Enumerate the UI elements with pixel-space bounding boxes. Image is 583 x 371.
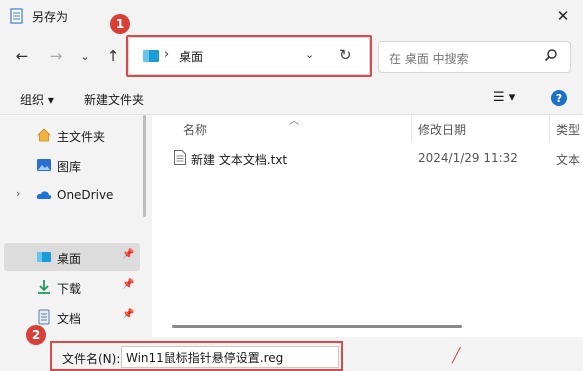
chevron-down-icon: ⌄	[80, 49, 90, 63]
chevron-right-icon[interactable]: ›	[16, 187, 20, 200]
organize-button[interactable]: 组织 ▾	[20, 91, 54, 108]
close-button[interactable]: ✕	[548, 4, 578, 28]
file-name: 新建 文本文档.txt	[191, 153, 288, 167]
red-mark-icon: ╱	[452, 348, 461, 364]
help-icon[interactable]: ?	[551, 90, 567, 106]
filename-label: 文件名(N):	[62, 352, 121, 366]
sidebar-item-label: 桌面	[57, 252, 82, 266]
search-placeholder: 在 桌面 中搜索	[389, 52, 469, 66]
desktop-icon	[37, 252, 51, 262]
address-bar[interactable]: › 桌面 ⌄ ↻	[128, 37, 370, 75]
file-date: 2024/1/29 11:32	[418, 151, 518, 165]
sidebar-item-home[interactable]: 主文件夹	[4, 121, 140, 149]
arrow-right-icon: →	[49, 47, 63, 65]
column-header-type[interactable]: 类型	[556, 121, 580, 138]
sidebar-item-label: 主文件夹	[57, 130, 106, 144]
pin-icon: 📌	[122, 249, 135, 260]
step-badge-2: 2	[26, 325, 46, 345]
navigation-pane: 主文件夹 图库 › OneDrive 桌面 📌 下载 📌 文档 📌	[0, 115, 145, 345]
pin-icon: 📌	[122, 309, 135, 320]
document-icon	[38, 309, 50, 325]
gallery-icon	[37, 159, 51, 171]
command-bar: 组织 ▾ 新建文件夹 ☰ ▾ ?	[0, 84, 583, 115]
column-divider[interactable]	[549, 115, 550, 141]
forward-button[interactable]: →	[46, 46, 66, 66]
sidebar-item-desktop[interactable]: 桌面 📌	[4, 243, 140, 271]
cloud-icon	[36, 191, 52, 199]
notepad-icon	[10, 8, 23, 24]
pin-icon: 📌	[122, 279, 135, 290]
text-file-icon	[174, 150, 186, 165]
sidebar-item-label: OneDrive	[57, 188, 114, 202]
title-bar: 另存为 ✕	[0, 0, 583, 32]
sidebar-item-gallery[interactable]: 图库	[4, 151, 140, 179]
breadcrumb-desktop[interactable]: 桌面	[179, 48, 203, 65]
step-badge-1: 1	[110, 14, 130, 34]
arrow-up-icon: ↑	[106, 47, 120, 65]
sidebar-item-label: 下载	[57, 282, 82, 296]
sort-ascending-icon: ︿	[289, 116, 299, 127]
column-divider[interactable]	[411, 115, 412, 141]
sidebar-scrollbar[interactable]	[143, 115, 146, 217]
download-icon	[38, 280, 50, 294]
up-button[interactable]: ↑	[103, 46, 123, 66]
file-list: ︿ 名称 修改日期 类型 新建 文本文档.txt 2024/1/29 11:32…	[152, 115, 583, 337]
sidebar-item-downloads[interactable]: 下载 📌	[4, 273, 140, 301]
column-header-name[interactable]: 名称	[183, 121, 207, 138]
file-row[interactable]: 新建 文本文档.txt 2024/1/29 11:32 文本	[170, 148, 583, 170]
address-dropdown-icon[interactable]: ⌄	[305, 48, 314, 61]
back-button[interactable]: ←	[12, 46, 32, 66]
desktop-icon	[143, 50, 159, 62]
search-box[interactable]: 在 桌面 中搜索	[378, 41, 571, 73]
sidebar-item-label: 图库	[57, 160, 82, 174]
sidebar-item-label: 文档	[57, 312, 82, 326]
file-type: 文本	[556, 153, 581, 167]
view-options-button[interactable]: ☰ ▾	[493, 90, 515, 105]
column-header-date[interactable]: 修改日期	[418, 121, 466, 138]
close-icon: ✕	[556, 7, 570, 25]
horizontal-scrollbar[interactable]	[172, 325, 462, 328]
sidebar-item-documents[interactable]: 文档 📌	[4, 303, 140, 331]
search-icon	[544, 49, 557, 62]
arrow-left-icon: ←	[15, 47, 29, 65]
window-title: 另存为	[32, 10, 69, 24]
recent-locations-button[interactable]: ⌄	[75, 46, 95, 66]
sidebar-item-onedrive[interactable]: › OneDrive	[4, 181, 140, 209]
home-icon	[37, 128, 51, 142]
breadcrumb-separator-icon: ›	[164, 47, 170, 62]
refresh-icon[interactable]: ↻	[339, 46, 352, 64]
new-folder-button[interactable]: 新建文件夹	[84, 91, 144, 108]
filename-input[interactable]: Win11鼠标指针悬停设置.reg	[121, 346, 339, 368]
